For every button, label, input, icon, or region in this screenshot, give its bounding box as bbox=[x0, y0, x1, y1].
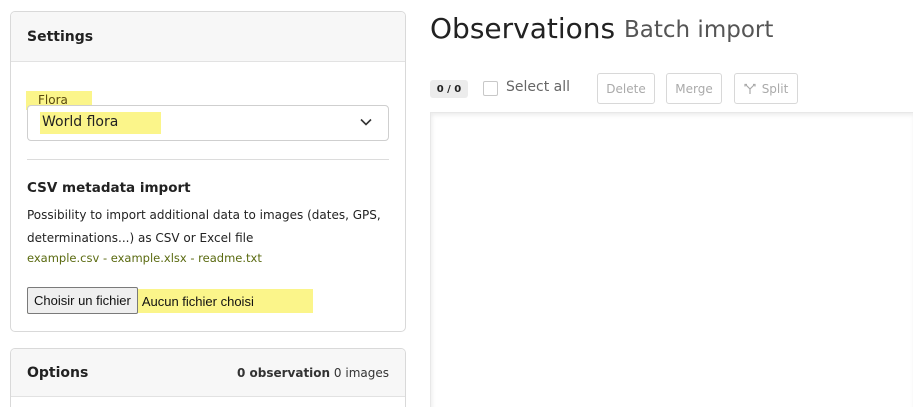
readme-link[interactable]: readme.txt bbox=[198, 251, 262, 265]
divider bbox=[27, 159, 389, 160]
csv-example-links: example.csv - example.xlsx - readme.txt bbox=[27, 251, 262, 265]
csv-import-description: Possibility to import additional data to… bbox=[27, 208, 381, 245]
select-all-checkbox[interactable] bbox=[483, 81, 498, 96]
split-label: Split bbox=[761, 81, 789, 96]
page-title: Observations bbox=[430, 12, 616, 45]
batch-import-page: Settings Flora World flora CSV metadata … bbox=[0, 0, 913, 407]
settings-panel: Settings Flora World flora CSV metadata … bbox=[10, 11, 406, 332]
select-all-label[interactable]: Select all bbox=[506, 79, 570, 95]
image-count: 0 images bbox=[333, 365, 389, 380]
flora-select[interactable]: World flora bbox=[27, 105, 389, 141]
options-title: Options bbox=[27, 364, 89, 381]
example-csv-link[interactable]: example.csv bbox=[27, 251, 99, 265]
merge-button[interactable]: Merge bbox=[666, 73, 722, 104]
settings-header: Settings bbox=[11, 12, 405, 62]
split-button[interactable]: Split bbox=[734, 73, 798, 104]
delete-button[interactable]: Delete bbox=[597, 73, 655, 104]
split-icon bbox=[744, 83, 756, 94]
example-xlsx-link[interactable]: example.xlsx bbox=[111, 251, 187, 265]
options-counts: 0 observation 0 images bbox=[237, 366, 389, 380]
observations-list[interactable] bbox=[430, 112, 913, 407]
selection-counter: 0 / 0 bbox=[430, 80, 468, 98]
page-subtitle: Batch import bbox=[624, 17, 774, 43]
options-header: Options 0 observation 0 images bbox=[11, 349, 405, 397]
file-status-text: Aucun fichier choisi bbox=[141, 293, 254, 309]
csv-file-input[interactable]: Choisir un fichier Aucun fichier choisi bbox=[27, 287, 313, 314]
csv-import-title: CSV metadata import bbox=[27, 180, 191, 196]
observations-toolbar: 0 / 0 Select all Delete Merge Split bbox=[430, 73, 830, 104]
flora-select-value: World flora bbox=[40, 112, 161, 134]
link-separator: - bbox=[190, 251, 195, 265]
observation-count: 0 observation bbox=[236, 365, 331, 380]
chevron-down-icon bbox=[360, 118, 372, 126]
options-panel: Options 0 observation 0 images bbox=[10, 348, 406, 407]
link-separator: - bbox=[102, 251, 108, 265]
choose-file-button[interactable]: Choisir un fichier bbox=[27, 287, 138, 314]
